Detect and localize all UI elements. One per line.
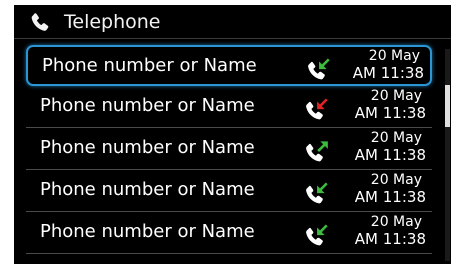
caller-name: Phone number or Name [40, 95, 255, 116]
phone-icon [31, 13, 49, 31]
page-title: Telephone [64, 11, 161, 33]
call-time: AM 11:38 [354, 146, 426, 164]
call-date: 20 May [370, 130, 422, 146]
received-call-icon [306, 224, 328, 246]
caller-name: Phone number or Name [40, 179, 255, 200]
call-list-item[interactable]: Phone number or Name 20 May AM 11:38 [26, 45, 432, 86]
scrollbar-track[interactable] [445, 49, 450, 261]
call-date: 20 May [368, 48, 420, 64]
caller-name: Phone number or Name [42, 55, 257, 76]
telephone-screen: Telephone Phone number or Name 20 May AM 1… [14, 5, 451, 264]
call-date: 20 May [370, 214, 422, 230]
call-time: AM 11:38 [354, 230, 426, 248]
call-time: AM 11:38 [354, 188, 426, 206]
call-date: 20 May [370, 88, 422, 104]
dialed-call-icon [306, 141, 328, 162]
received-call-icon [308, 58, 330, 80]
call-list-item[interactable]: Phone number or Name 20 May AM 11:38 [26, 87, 432, 128]
received-call-icon [306, 182, 328, 204]
call-list-item[interactable]: Phone number or Name 20 May AM 11:38 [26, 213, 432, 254]
caller-name: Phone number or Name [40, 137, 255, 158]
caller-name: Phone number or Name [40, 221, 255, 242]
call-date: 20 May [370, 172, 422, 188]
scrollbar-thumb[interactable] [445, 85, 450, 127]
call-time: AM 11:38 [352, 64, 424, 82]
call-list-item[interactable]: Phone number or Name 20 May AM 11:38 [26, 129, 432, 170]
call-list-item[interactable]: Phone number or Name 20 May AM 11:38 [26, 171, 432, 212]
call-time: AM 11:38 [354, 104, 426, 122]
title-bar: Telephone [14, 5, 451, 39]
missed-call-icon [306, 98, 328, 120]
